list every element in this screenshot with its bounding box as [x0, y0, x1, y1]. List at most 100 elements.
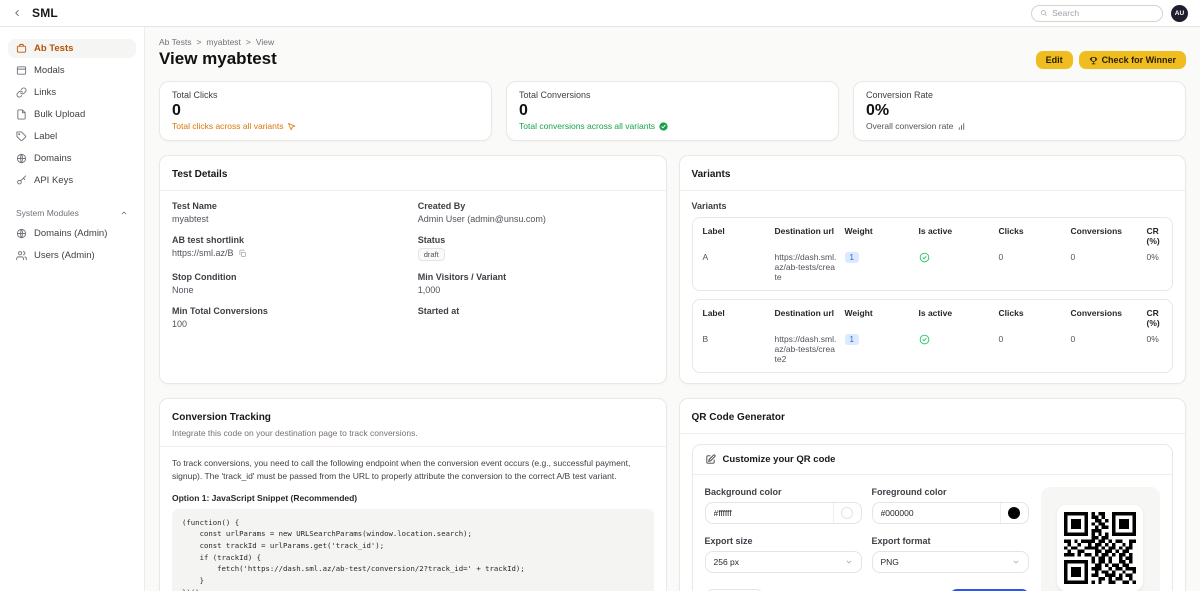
sidebar-collapse-button[interactable] [12, 8, 22, 18]
is-active-check-icon [919, 252, 995, 282]
export-size-select[interactable]: 256 px [705, 551, 862, 573]
variant-conversions: 0 [1071, 252, 1143, 282]
variants-panel: Variants Variants Label Destination url … [679, 155, 1187, 384]
panel-title: QR Code Generator [692, 412, 785, 423]
stat-card-total-clicks: Total Clicks 0 Total clicks across all v… [159, 81, 492, 141]
globe-icon [16, 228, 27, 239]
field-test-name: Test Name myabtest [172, 201, 408, 224]
qr-generator-panel: QR Code Generator Customize your QR code [679, 398, 1187, 591]
variant-cr: 0% [1147, 252, 1163, 282]
column-header: Clicks [999, 226, 1067, 246]
stat-caption: Overall conversion rate [866, 121, 953, 131]
sidebar-item-label: Users (Admin) [34, 250, 95, 261]
qr-card-title: Customize your QR code [723, 454, 836, 465]
file-icon [16, 109, 27, 120]
column-header: Conversions [1071, 308, 1143, 328]
stat-value: 0 [519, 102, 826, 120]
briefcase-icon [16, 43, 27, 54]
stat-value: 0 [172, 102, 479, 120]
window-icon [16, 65, 27, 76]
field-label: AB test shortlink [172, 235, 408, 245]
option1-code-block[interactable]: (function() { const urlParams = new URLS… [172, 509, 654, 591]
column-header: Destination url [775, 308, 841, 328]
shortlink-url: https://sml.az/B [172, 248, 234, 258]
background-color-swatch[interactable] [833, 503, 861, 523]
sidebar-item-links[interactable]: Links [8, 83, 136, 102]
sidebar-item-api-keys[interactable]: API Keys [8, 171, 136, 190]
sidebar-item-ab-tests[interactable]: Ab Tests [8, 39, 136, 58]
sidebar-item-bulk-upload[interactable]: Bulk Upload [8, 105, 136, 124]
export-size-value: 256 px [714, 557, 740, 567]
sidebar-item-users-admin[interactable]: Users (Admin) [8, 246, 136, 265]
search-input[interactable] [1052, 8, 1154, 18]
variant-destination-url: https://dash.sml.az/ab-tests/create [775, 252, 841, 282]
export-format-select[interactable]: PNG [872, 551, 1029, 573]
breadcrumb-ab-tests[interactable]: Ab Tests [159, 37, 191, 47]
stat-label: Total Clicks [172, 90, 479, 100]
sidebar-item-label: Domains [34, 153, 72, 164]
stat-caption: Total conversions across all variants [519, 121, 655, 131]
foreground-color-swatch[interactable] [1000, 503, 1028, 523]
avatar[interactable]: AU [1171, 5, 1188, 22]
field-label: Min Visitors / Variant [418, 272, 654, 282]
foreground-color-field: Foreground color [872, 487, 1029, 524]
sidebar-section-system-modules[interactable]: System Modules [8, 204, 136, 222]
qr-preview-area [1041, 487, 1161, 591]
stat-label: Total Conversions [519, 90, 826, 100]
field-status: Status draft [418, 235, 654, 261]
chevron-up-icon [120, 209, 128, 217]
weight-badge: 1 [845, 252, 859, 263]
sidebar-item-label: Label [34, 131, 57, 142]
stat-label: Conversion Rate [866, 90, 1173, 100]
copy-icon[interactable] [238, 249, 247, 258]
column-header: CR (%) [1147, 226, 1163, 246]
stat-card-total-conversions: Total Conversions 0 Total conversions ac… [506, 81, 839, 141]
sidebar-item-domains-admin[interactable]: Domains (Admin) [8, 224, 136, 243]
variant-label: A [703, 252, 771, 282]
field-created-by: Created By Admin User (admin@unsu.com) [418, 201, 654, 224]
column-header: Weight [845, 226, 915, 246]
section-label: System Modules [16, 208, 79, 218]
field-label: Foreground color [872, 487, 1029, 497]
panel-subtitle: Integrate this code on your destination … [172, 428, 654, 438]
check-for-winner-label: Check for Winner [1102, 55, 1176, 65]
sidebar-item-label: Domains (Admin) [34, 228, 107, 239]
stat-value: 0% [866, 102, 1173, 120]
variant-cr: 0% [1147, 334, 1163, 364]
breadcrumb-separator: > [196, 37, 201, 47]
check-circle-icon [659, 122, 668, 131]
variant-clicks: 0 [999, 334, 1067, 364]
export-size-field: Export size 256 px [705, 536, 862, 573]
column-header: Is active [919, 226, 995, 246]
globe-icon [16, 153, 27, 164]
variant-clicks: 0 [999, 252, 1067, 282]
key-icon [16, 175, 27, 186]
search-icon [1040, 9, 1047, 17]
sidebar-item-domains[interactable]: Domains [8, 149, 136, 168]
field-stop-condition: Stop Condition None [172, 272, 408, 295]
sidebar-item-label: Ab Tests [34, 43, 73, 54]
trophy-icon [1089, 56, 1098, 65]
variant-conversions: 0 [1071, 334, 1143, 364]
breadcrumb-view: View [256, 37, 274, 47]
breadcrumb-myabtest[interactable]: myabtest [206, 37, 241, 47]
app-logo: SML [32, 6, 58, 20]
sidebar-item-label-menu[interactable]: Label [8, 127, 136, 146]
edit-button[interactable]: Edit [1036, 51, 1073, 69]
field-min-conversions: Min Total Conversions 100 [172, 306, 408, 329]
check-for-winner-button[interactable]: Check for Winner [1079, 51, 1186, 69]
panel-title: Test Details [172, 169, 227, 180]
tag-icon [16, 131, 27, 142]
search-box[interactable] [1031, 5, 1163, 22]
breadcrumb-separator: > [246, 37, 251, 47]
field-label: Export format [872, 536, 1029, 546]
background-color-input[interactable] [706, 508, 833, 518]
main-content: Ab Tests > myabtest > View View myabtest… [145, 27, 1200, 591]
sidebar-item-modals[interactable]: Modals [8, 61, 136, 80]
foreground-color-input[interactable] [873, 508, 1000, 518]
status-badge: draft [418, 248, 445, 261]
sidebar: Ab Tests Modals Links Bulk Upload Label … [0, 27, 145, 591]
background-color-field: Background color [705, 487, 862, 524]
field-label: Background color [705, 487, 862, 497]
chevron-down-icon [845, 558, 853, 566]
